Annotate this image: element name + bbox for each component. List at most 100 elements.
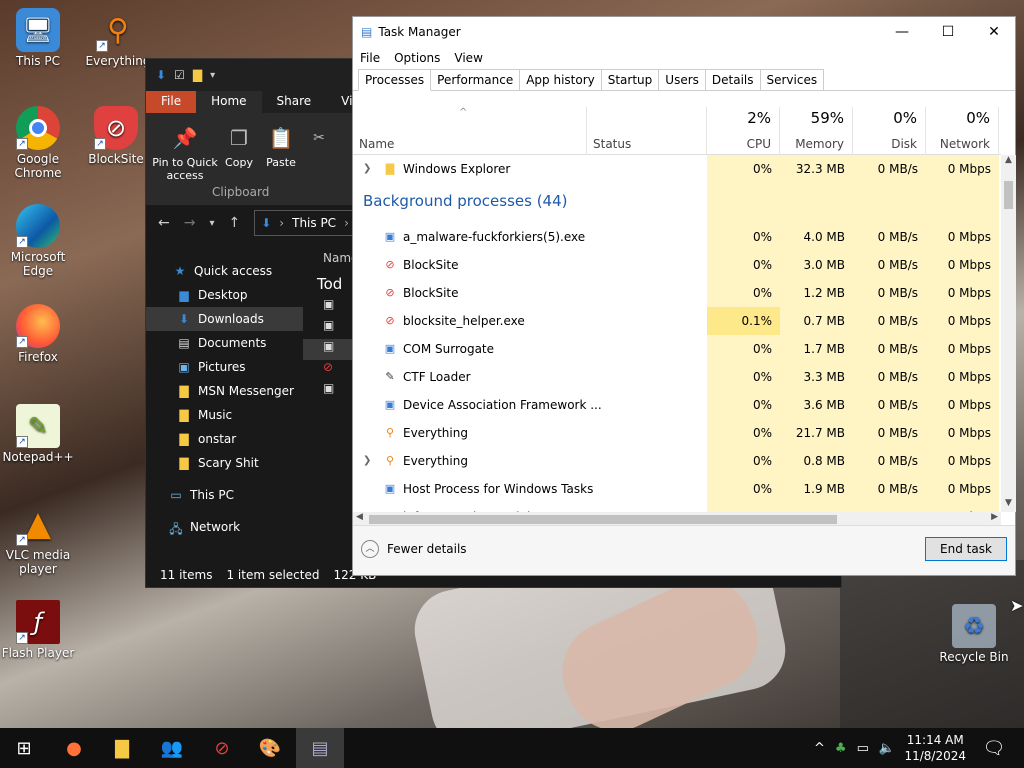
nav-item-downloads[interactable]: ⬇ Downloads bbox=[146, 307, 303, 331]
process-row[interactable]: ▣ COM Surrogate 0% 1.7 MB 0 MB/s 0 Mbps bbox=[353, 335, 1001, 363]
tab-users[interactable]: Users bbox=[658, 69, 706, 90]
desktop-icon-edge[interactable]: ↗ Microsoft Edge bbox=[0, 204, 76, 278]
column-header-network[interactable]: 0% Network bbox=[926, 107, 999, 155]
tab-home[interactable]: Home bbox=[196, 91, 262, 113]
expand-chevron-icon[interactable]: ❯ bbox=[363, 155, 371, 183]
expand-chevron-icon[interactable]: ❯ bbox=[363, 447, 371, 475]
column-header-status[interactable]: Status bbox=[587, 107, 707, 155]
process-row[interactable]: ⊘ BlockSite 0% 1.2 MB 0 MB/s 0 Mbps bbox=[353, 279, 1001, 307]
recent-chevron-icon[interactable]: ▾ bbox=[209, 218, 214, 229]
pin-quick-access-button[interactable]: 📌 Pin to Quick access bbox=[152, 123, 218, 182]
process-row-windows-explorer[interactable]: ❯ ▇ Windows Explorer 0% 32.3 MB 0 MB/s 0… bbox=[353, 155, 1001, 183]
folder-icon[interactable]: ▇ bbox=[193, 68, 202, 82]
cut-button[interactable]: ✂ bbox=[304, 123, 325, 156]
process-row[interactable]: ✎ CTF Loader 0% 3.3 MB 0 MB/s 0 Mbps bbox=[353, 363, 1001, 391]
taskbar-blocksite[interactable]: ⊘ bbox=[198, 728, 246, 768]
chevron-down-icon[interactable]: ▾ bbox=[210, 70, 215, 81]
nav-item-pictures[interactable]: ▣ Pictures bbox=[146, 355, 303, 379]
desktop-icon-chrome[interactable]: ↗ Google Chrome bbox=[0, 106, 76, 180]
scroll-left-icon[interactable]: ◀ bbox=[356, 512, 363, 522]
start-button[interactable]: ⊞ bbox=[0, 728, 48, 768]
down-arrow-icon[interactable]: ⬇ bbox=[156, 68, 166, 82]
nav-item-onstar[interactable]: ▇ onstar bbox=[146, 427, 303, 451]
process-row[interactable]: ⊘ blocksite_helper.exe 0.1% 0.7 MB 0 MB/s 0 M… bbox=[353, 307, 1001, 335]
desktop-icon-blocksite[interactable]: ⊘ ↗ BlockSite bbox=[78, 106, 154, 166]
section-background-processes[interactable]: Background processes (44) bbox=[353, 183, 1001, 223]
file-item[interactable]: ▣ bbox=[303, 318, 353, 339]
fewer-details-button[interactable]: ︿ Fewer details bbox=[361, 540, 467, 558]
nav-item-quick-access[interactable]: ★ Quick access bbox=[146, 259, 303, 283]
scroll-thumb[interactable] bbox=[369, 515, 837, 524]
taskbar-task-manager[interactable]: ▤ bbox=[296, 728, 344, 768]
file-item[interactable]: ⊘ bbox=[303, 360, 353, 381]
tab-startup[interactable]: Startup bbox=[600, 69, 660, 90]
scroll-thumb[interactable] bbox=[1004, 181, 1013, 209]
scroll-right-icon[interactable]: ▶ bbox=[991, 512, 998, 522]
file-item[interactable]: ▣ bbox=[303, 297, 353, 318]
process-row[interactable]: ▣ Host Process for Windows Tasks 0% 1.9 MB 0… bbox=[353, 475, 1001, 503]
action-center-button[interactable]: 🗨 bbox=[970, 728, 1018, 768]
scroll-down-icon[interactable]: ▼ bbox=[1001, 498, 1016, 512]
nav-item-msn-messenger[interactable]: ▇ MSN Messenger bbox=[146, 379, 303, 403]
people-tray-icon[interactable]: ♣ bbox=[835, 741, 847, 756]
desktop-icon-this-pc[interactable]: 🖥 This PC bbox=[0, 8, 76, 68]
back-icon[interactable]: ← bbox=[158, 215, 170, 231]
nav-item-documents[interactable]: ▤ Documents bbox=[146, 331, 303, 355]
desktop-icon-flash[interactable]: ƒ ↗ Flash Player bbox=[0, 600, 76, 660]
nav-item-network[interactable]: 🖧 Network bbox=[146, 515, 303, 539]
scroll-up-icon[interactable]: ▲ bbox=[1001, 155, 1016, 169]
nav-item-this-pc[interactable]: ▭ This PC bbox=[146, 483, 303, 507]
tab-details[interactable]: Details bbox=[704, 69, 761, 90]
close-button[interactable]: ✕ bbox=[971, 17, 1017, 47]
process-row[interactable]: ▣ a_malware-fuckforkiers(5).exe 0% 4.0 MB 0 … bbox=[353, 223, 1001, 251]
tab-performance[interactable]: Performance bbox=[430, 69, 521, 90]
column-header-name[interactable]: Name bbox=[303, 245, 358, 271]
tab-share[interactable]: Share bbox=[262, 91, 327, 113]
menu-file[interactable]: File bbox=[360, 51, 380, 65]
taskbar-clock[interactable]: 11:14 AM 11/8/2024 bbox=[904, 732, 966, 764]
maximize-button[interactable]: ☐ bbox=[925, 17, 971, 47]
desktop-icon-firefox[interactable]: ↗ Firefox bbox=[0, 304, 76, 364]
process-row[interactable]: ⚲ Everything 0% 21.7 MB 0 MB/s 0 Mbps bbox=[353, 419, 1001, 447]
paste-button[interactable]: 📋 Paste bbox=[264, 123, 298, 169]
column-header-name[interactable]: Name bbox=[353, 107, 587, 155]
column-header-memory[interactable]: 59% Memory bbox=[780, 107, 853, 155]
up-icon[interactable]: ↑ bbox=[229, 215, 241, 231]
desktop-icon-vlc[interactable]: ▲ ↗ VLC media player bbox=[0, 502, 76, 576]
vertical-scrollbar[interactable]: ▲ ▼ bbox=[1001, 155, 1016, 512]
memory-cell: 0.7 MB bbox=[780, 307, 853, 335]
nav-item-desktop[interactable]: ▆ Desktop bbox=[146, 283, 303, 307]
process-row[interactable]: ▣ Device Association Framework ... 0% 3.6 M… bbox=[353, 391, 1001, 419]
menu-options[interactable]: Options bbox=[394, 51, 440, 65]
taskbar-file-explorer[interactable]: ▇ bbox=[98, 728, 146, 768]
nav-item-music[interactable]: ▇ Music bbox=[146, 403, 303, 427]
process-row[interactable]: ❯ ⚲ Everything 0% 0.8 MB 0 MB/s 0 Mbps bbox=[353, 447, 1001, 475]
show-hidden-icons-chevron-icon[interactable]: ^ bbox=[814, 741, 825, 756]
file-item[interactable]: ▣ bbox=[303, 381, 353, 402]
taskbar-firefox[interactable]: ● bbox=[50, 728, 98, 768]
taskbar-paint[interactable]: 🎨 bbox=[246, 728, 294, 768]
column-header-disk[interactable]: 0% Disk bbox=[853, 107, 926, 155]
copy-button[interactable]: ❐ Copy bbox=[222, 123, 256, 169]
breadcrumb[interactable]: This PC bbox=[292, 216, 336, 230]
network-icon[interactable]: ▭ bbox=[857, 741, 869, 756]
process-row[interactable]: ⊘ BlockSite 0% 3.0 MB 0 MB/s 0 Mbps bbox=[353, 251, 1001, 279]
desktop-icon-notepadpp[interactable]: ✎ ↗ Notepad++ bbox=[0, 404, 76, 464]
forward-icon[interactable]: → bbox=[184, 215, 196, 231]
desktop-icon-recycle-bin[interactable]: ♻ Recycle Bin bbox=[936, 604, 1012, 664]
column-header-cpu[interactable]: 2% CPU bbox=[707, 107, 780, 155]
volume-icon[interactable]: 🔈 bbox=[879, 741, 895, 756]
process-row[interactable]: ▣igfxCUIService Module0%1.1 MB0 MB/s0 Mb… bbox=[353, 503, 1001, 512]
taskbar-messenger[interactable]: 👥 bbox=[148, 728, 196, 768]
tab-services[interactable]: Services bbox=[759, 69, 825, 90]
menu-view[interactable]: View bbox=[454, 51, 482, 65]
minimize-button[interactable]: — bbox=[879, 17, 925, 47]
nav-item-scary-shit[interactable]: ▇ Scary Shit bbox=[146, 451, 303, 475]
tab-file[interactable]: File bbox=[146, 91, 197, 113]
end-task-button[interactable]: End task bbox=[925, 537, 1007, 561]
properties-icon[interactable]: ☑ bbox=[174, 68, 185, 82]
file-item[interactable]: ▣ bbox=[303, 339, 353, 360]
tab-processes[interactable]: Processes bbox=[358, 69, 432, 91]
group-header-today[interactable]: Tod bbox=[303, 271, 353, 297]
tab-app-history[interactable]: App history bbox=[519, 69, 602, 90]
